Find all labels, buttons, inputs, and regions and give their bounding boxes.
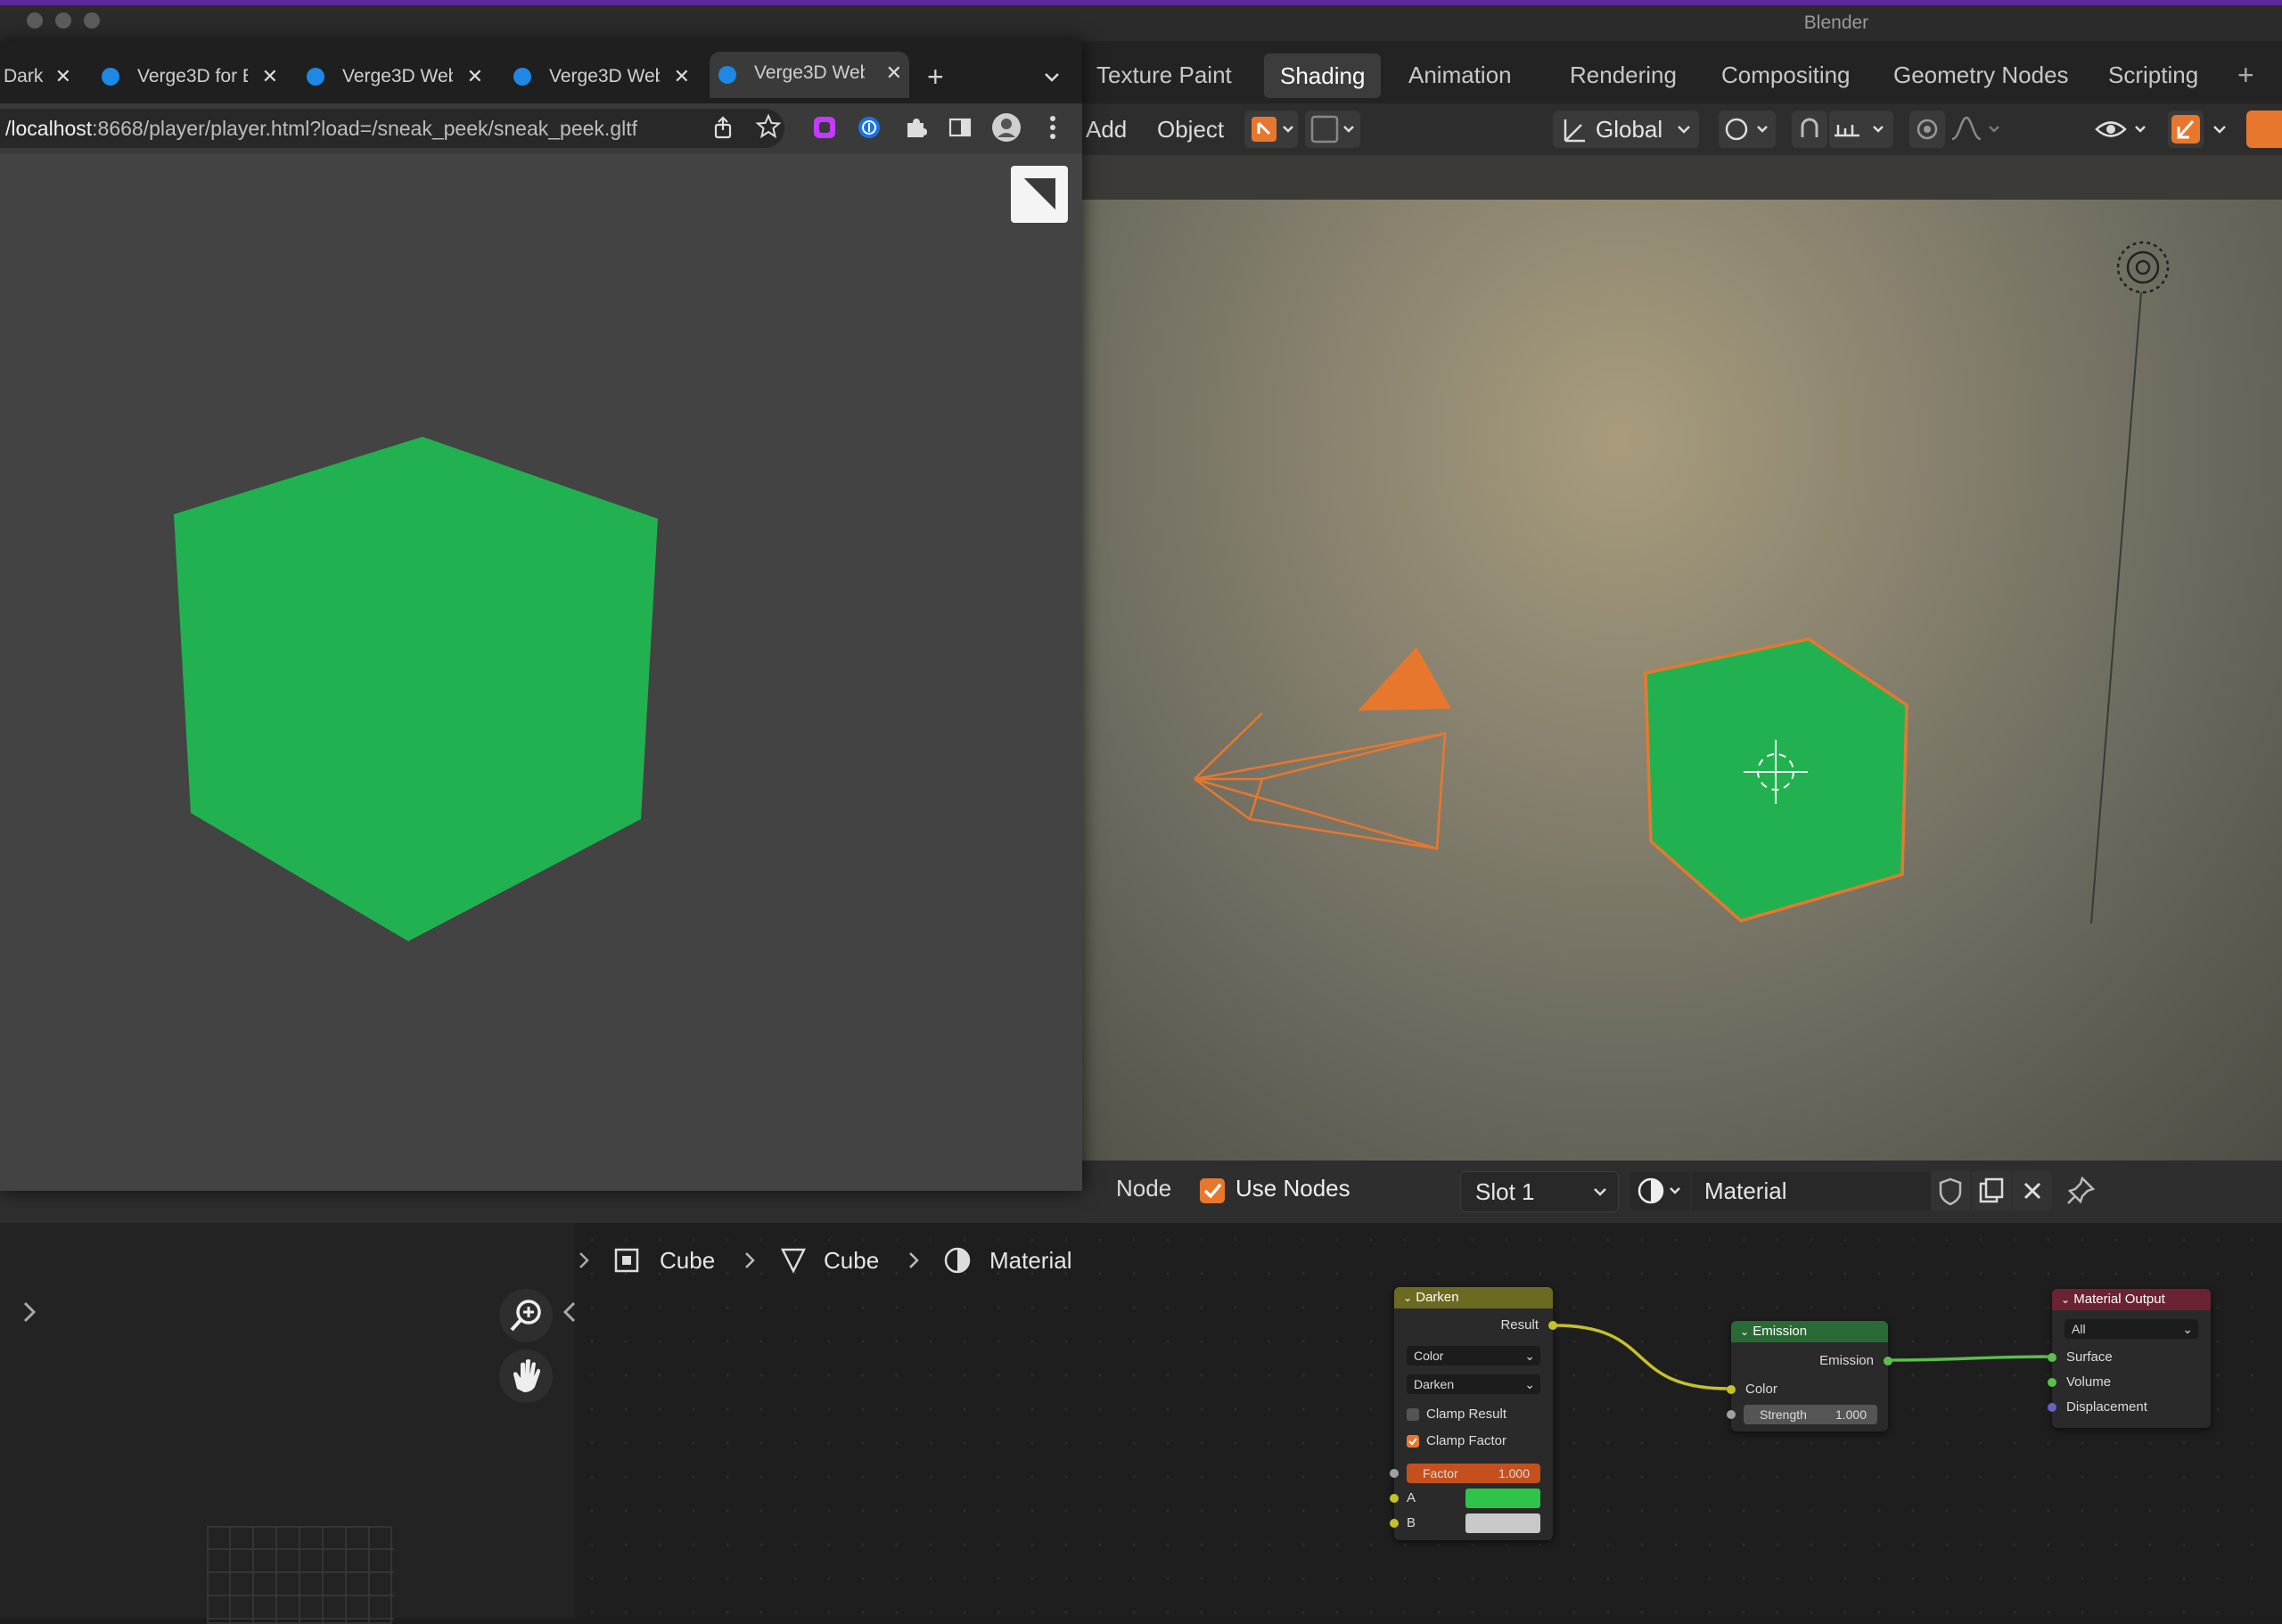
fullscreen-icon <box>1020 176 1057 214</box>
close-tab-icon[interactable]: ✕ <box>886 52 902 94</box>
material-output-node[interactable]: ⌄ Material Output All ⌄ Surface Volume Di… <box>2048 1289 2211 1428</box>
volume-label: Volume <box>2066 1374 2112 1390</box>
close-window-button[interactable] <box>27 12 43 29</box>
close-tab-icon[interactable]: ✕ <box>262 55 278 98</box>
side-panel-icon[interactable] <box>947 114 973 141</box>
verge3d-favicon-icon <box>513 68 531 86</box>
input-a-label: A <box>1407 1490 1416 1505</box>
close-tab-icon[interactable]: ✕ <box>467 55 483 98</box>
displacement-socket[interactable] <box>2048 1403 2056 1412</box>
tab-title: Verge3D Web <box>549 66 660 86</box>
verge3d-favicon-icon <box>307 68 324 86</box>
maximize-window-button[interactable] <box>84 12 100 29</box>
browser-tab-2[interactable]: Verge3D for Bl ✕ <box>93 55 285 98</box>
input-b-socket[interactable] <box>1390 1519 1399 1528</box>
color-input-label: Color <box>1745 1382 1777 1397</box>
tab-title: Dark <box>4 66 44 86</box>
verge3d-player-canvas[interactable] <box>0 153 1082 1191</box>
strength-socket[interactable] <box>1727 1410 1736 1419</box>
emission-node-header[interactable]: ⌄ Emission <box>1731 1321 1888 1342</box>
close-tab-icon[interactable]: ✕ <box>55 55 71 98</box>
tab-title: Verge3D for Bl <box>137 66 248 86</box>
profile-avatar[interactable] <box>989 111 1023 144</box>
color-b-swatch[interactable] <box>1465 1513 1540 1533</box>
clamp-result-checkbox[interactable] <box>1407 1408 1419 1421</box>
clamp-result-label: Clamp Result <box>1426 1407 1507 1422</box>
surface-label: Surface <box>2066 1349 2113 1365</box>
darken-node-header[interactable]: ⌄ Darken <box>1394 1287 1553 1308</box>
darken-node[interactable]: ⌄ Darken Result Color ⌄ Darken ⌄ Clamp Res… <box>1390 1287 1557 1540</box>
color-extension-icon[interactable] <box>811 114 838 141</box>
input-b-label: B <box>1407 1515 1416 1530</box>
tab-title: Verge3D Web <box>342 66 453 86</box>
tab-search-chevron-icon[interactable] <box>1041 66 1063 87</box>
data-type-dropdown[interactable]: Color ⌄ <box>1407 1346 1540 1366</box>
close-tab-icon[interactable]: ✕ <box>674 55 690 98</box>
blend-type-dropdown[interactable]: Darken ⌄ <box>1407 1374 1540 1394</box>
result-output-label: Result <box>1500 1317 1539 1333</box>
browser-tab-5-active[interactable]: Verge3D Web ✕ <box>710 52 909 98</box>
checkmark-icon <box>1408 1438 1417 1446</box>
verge3d-favicon-icon <box>102 68 119 86</box>
factor-field[interactable]: Factor 1.000 <box>1407 1464 1540 1483</box>
factor-socket[interactable] <box>1390 1469 1399 1478</box>
displacement-label: Displacement <box>2066 1399 2147 1415</box>
emission-output-socket[interactable] <box>1884 1357 1892 1366</box>
volume-socket[interactable] <box>2048 1378 2056 1387</box>
password-manager-icon[interactable] <box>856 114 882 141</box>
rendered-scene <box>174 437 658 941</box>
color-input-socket[interactable] <box>1727 1385 1736 1394</box>
emission-node[interactable]: ⌄ Emission Emission Color Strength 1.000 <box>1727 1321 1892 1431</box>
browser-tab-3[interactable]: Verge3D Web ✕ <box>298 55 490 98</box>
rendered-cube <box>174 437 658 941</box>
browser-tab-1[interactable]: Dark ✕ <box>0 55 78 98</box>
surface-socket[interactable] <box>2048 1353 2056 1362</box>
clamp-factor-label: Clamp Factor <box>1426 1433 1507 1448</box>
bookmark-star-icon[interactable] <box>754 112 783 141</box>
share-icon[interactable] <box>710 114 736 141</box>
verge3d-favicon-icon <box>718 66 736 84</box>
result-socket[interactable] <box>1548 1321 1557 1330</box>
url-host: /localhost <box>5 117 93 140</box>
address-bar-text: /localhost:8668/player/player.html?load=… <box>5 109 637 148</box>
browser-menu-kebab-icon[interactable] <box>1039 112 1066 143</box>
input-a-socket[interactable] <box>1390 1494 1399 1503</box>
emission-output-label: Emission <box>1819 1353 1874 1368</box>
tab-title: Verge3D Web <box>754 62 865 83</box>
minimize-window-button[interactable] <box>55 12 71 29</box>
strength-field[interactable]: Strength 1.000 <box>1744 1405 1877 1424</box>
output-target-dropdown[interactable]: All ⌄ <box>2064 1319 2198 1339</box>
clamp-factor-checkbox[interactable] <box>1407 1435 1419 1448</box>
puzzle-extensions-icon[interactable] <box>902 114 929 141</box>
browser-tab-4[interactable]: Verge3D Web ✕ <box>505 55 697 98</box>
fullscreen-button[interactable] <box>1011 166 1068 223</box>
material-output-node-header[interactable]: ⌄ Material Output <box>2052 1289 2211 1310</box>
new-tab-button[interactable]: + <box>927 55 954 98</box>
url-path: :8668/player/player.html?load=/sneak_pee… <box>92 117 638 140</box>
color-a-swatch[interactable] <box>1465 1489 1540 1508</box>
